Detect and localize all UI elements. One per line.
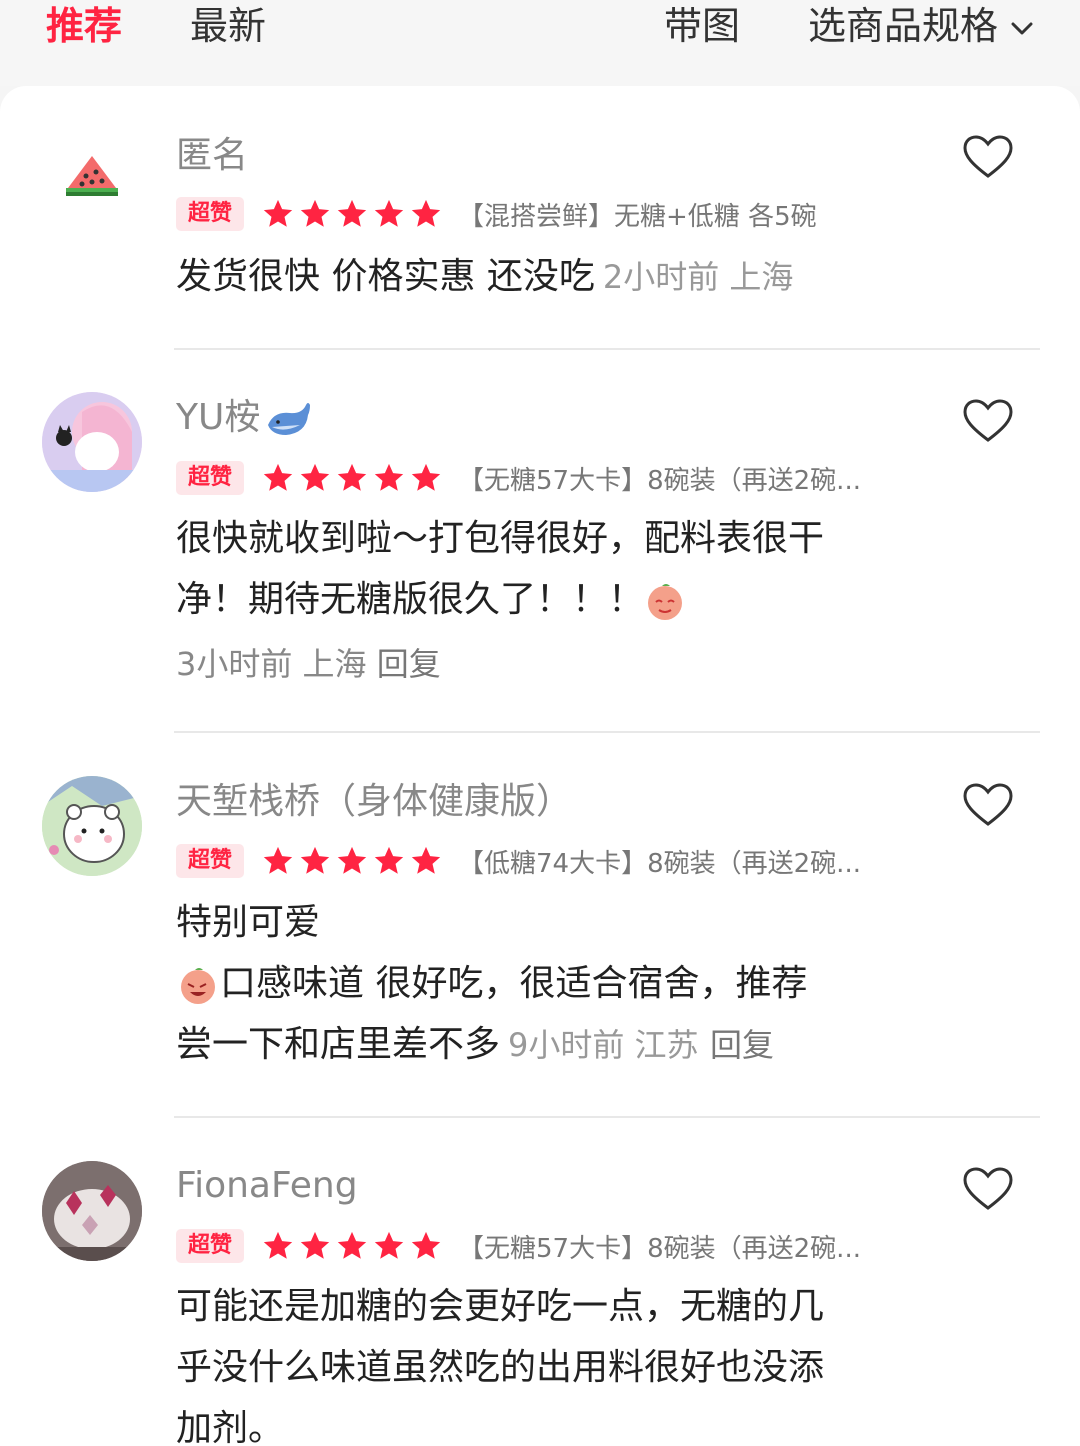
star-rating [260,1229,444,1263]
reply-link[interactable]: 回复 [377,645,441,683]
star-rating [260,461,444,495]
tab-recommended[interactable]: 推荐 [46,4,122,48]
star-icon [411,846,441,874]
username[interactable]: 天堑栈桥（身体健康版） [176,780,572,824]
cake-photo-avatar [42,1161,142,1261]
star-icon [411,199,441,227]
review-meta: 超赞 【无糖57大卡】8碗装（再送2碗... [176,460,861,496]
divider [174,348,1040,350]
tab-with-images[interactable]: 带图 [664,4,740,48]
time-location: 9小时前 江苏 [508,1026,699,1064]
star-icon [374,463,404,491]
rating-badge: 超赞 [176,844,245,878]
divider [174,1116,1040,1118]
username[interactable]: YU桉 [176,396,314,441]
review-content-line: 特别可爱 [176,902,321,943]
star-rating [260,197,444,231]
review-text: 发货很快 价格实惠 还没吃 2小时前 上海 [176,246,896,308]
review-meta: 超赞 【低糖74大卡】8碗装（再送2碗... [176,843,861,879]
star-icon [337,846,367,874]
star-icon [411,463,441,491]
heart-icon[interactable] [962,134,1014,180]
review-content-line: 加剂。 [176,1408,285,1446]
star-icon [337,1231,367,1259]
star-rating [260,844,444,878]
star-icon [263,463,293,491]
time-location: 2小时前 上海 [602,258,794,296]
product-spec: 【混搭尝鲜】无糖+低糖 各5碗 [458,201,817,232]
product-spec: 【无糖57大卡】8碗装（再送2碗... [458,1233,861,1264]
star-icon [337,199,367,227]
reply-link[interactable]: 回复 [710,1026,774,1064]
star-icon [374,846,404,874]
review-text: 可能还是加糖的会更好吃一点，无糖的几 乎没什么味道虽然吃的出用料很好也没添 加剂… [176,1276,896,1446]
star-icon [300,463,330,491]
review-content-line: 可能还是加糖的会更好吃一点，无糖的几 [176,1286,825,1327]
review-footer: 3小时前 上海 回复 [176,634,896,695]
reviews-panel: 匿名 超赞 【混搭尝鲜】无糖+低糖 各5碗 发货很快 价格实惠 还没吃 2小时前 … [0,86,1080,1446]
heart-icon[interactable] [962,782,1014,828]
review-content-line: 净！期待无糖版很久了！！！ [176,569,896,630]
star-icon [300,199,330,227]
rating-badge: 超赞 [176,1229,245,1263]
time-location: 3小时前 上海 [176,645,367,683]
avatar[interactable] [42,776,142,876]
peach-face-emoji-icon [648,584,683,620]
star-icon [300,846,330,874]
product-spec: 【无糖57大卡】8碗装（再送2碗... [458,465,861,496]
divider [174,731,1040,733]
star-icon [374,1231,404,1259]
spec-filter-label: 选商品规格 [808,4,999,48]
star-icon [300,1231,330,1259]
review-meta: 超赞 【无糖57大卡】8碗装（再送2碗... [176,1228,861,1264]
heart-icon[interactable] [962,398,1014,444]
rating-badge: 超赞 [176,461,245,495]
review-content-line: 很快就收到啦～打包得很好，配料表很干 [176,518,825,559]
avatar[interactable] [42,392,142,492]
star-icon [411,1231,441,1259]
star-icon [263,846,293,874]
review-text: 很快就收到啦～打包得很好，配料表很干 净！期待无糖版很久了！！！ [176,508,896,630]
review-text: 特别可爱 口感味道 很好吃，很适合宿舍，推荐 尝一下和店里差不多 9小时前 江苏 … [176,892,896,1076]
star-icon [263,1231,293,1259]
heart-icon[interactable] [962,1166,1014,1212]
avatar[interactable] [42,126,142,226]
laughing-peach-emoji-icon [181,968,215,1004]
filter-bar: 推荐 最新 带图 选商品规格 [0,0,1080,86]
spec-filter-dropdown[interactable]: 选商品规格 [808,4,1036,48]
review-content-line: 口感味道 很好吃，很适合宿舍，推荐 [176,953,896,1014]
username[interactable]: 匿名 [176,134,248,178]
product-spec: 【低糖74大卡】8碗装（再送2碗... [458,848,861,879]
chevron-down-icon [1011,22,1033,34]
review-content: 发货很快 价格实惠 还没吃 [176,256,595,297]
rating-badge: 超赞 [176,197,245,231]
username[interactable]: FionaFeng [176,1164,358,1208]
review-content-line: 尝一下和店里差不多 9小时前 江苏 回复 [176,1024,775,1065]
anime-girl-avatar [42,392,142,492]
star-icon [263,199,293,227]
tab-latest[interactable]: 最新 [190,4,266,48]
username-text: YU桉 [176,397,261,438]
white-bear-avatar [42,776,142,876]
review-content-line: 乎没什么味道虽然吃的出用料很好也没添 [176,1347,825,1388]
whale-icon [268,403,311,435]
watermelon-avatar [66,156,118,196]
star-icon [337,463,367,491]
avatar[interactable] [42,1161,142,1261]
star-icon [374,199,404,227]
review-meta: 超赞 【混搭尝鲜】无糖+低糖 各5碗 [176,196,817,232]
